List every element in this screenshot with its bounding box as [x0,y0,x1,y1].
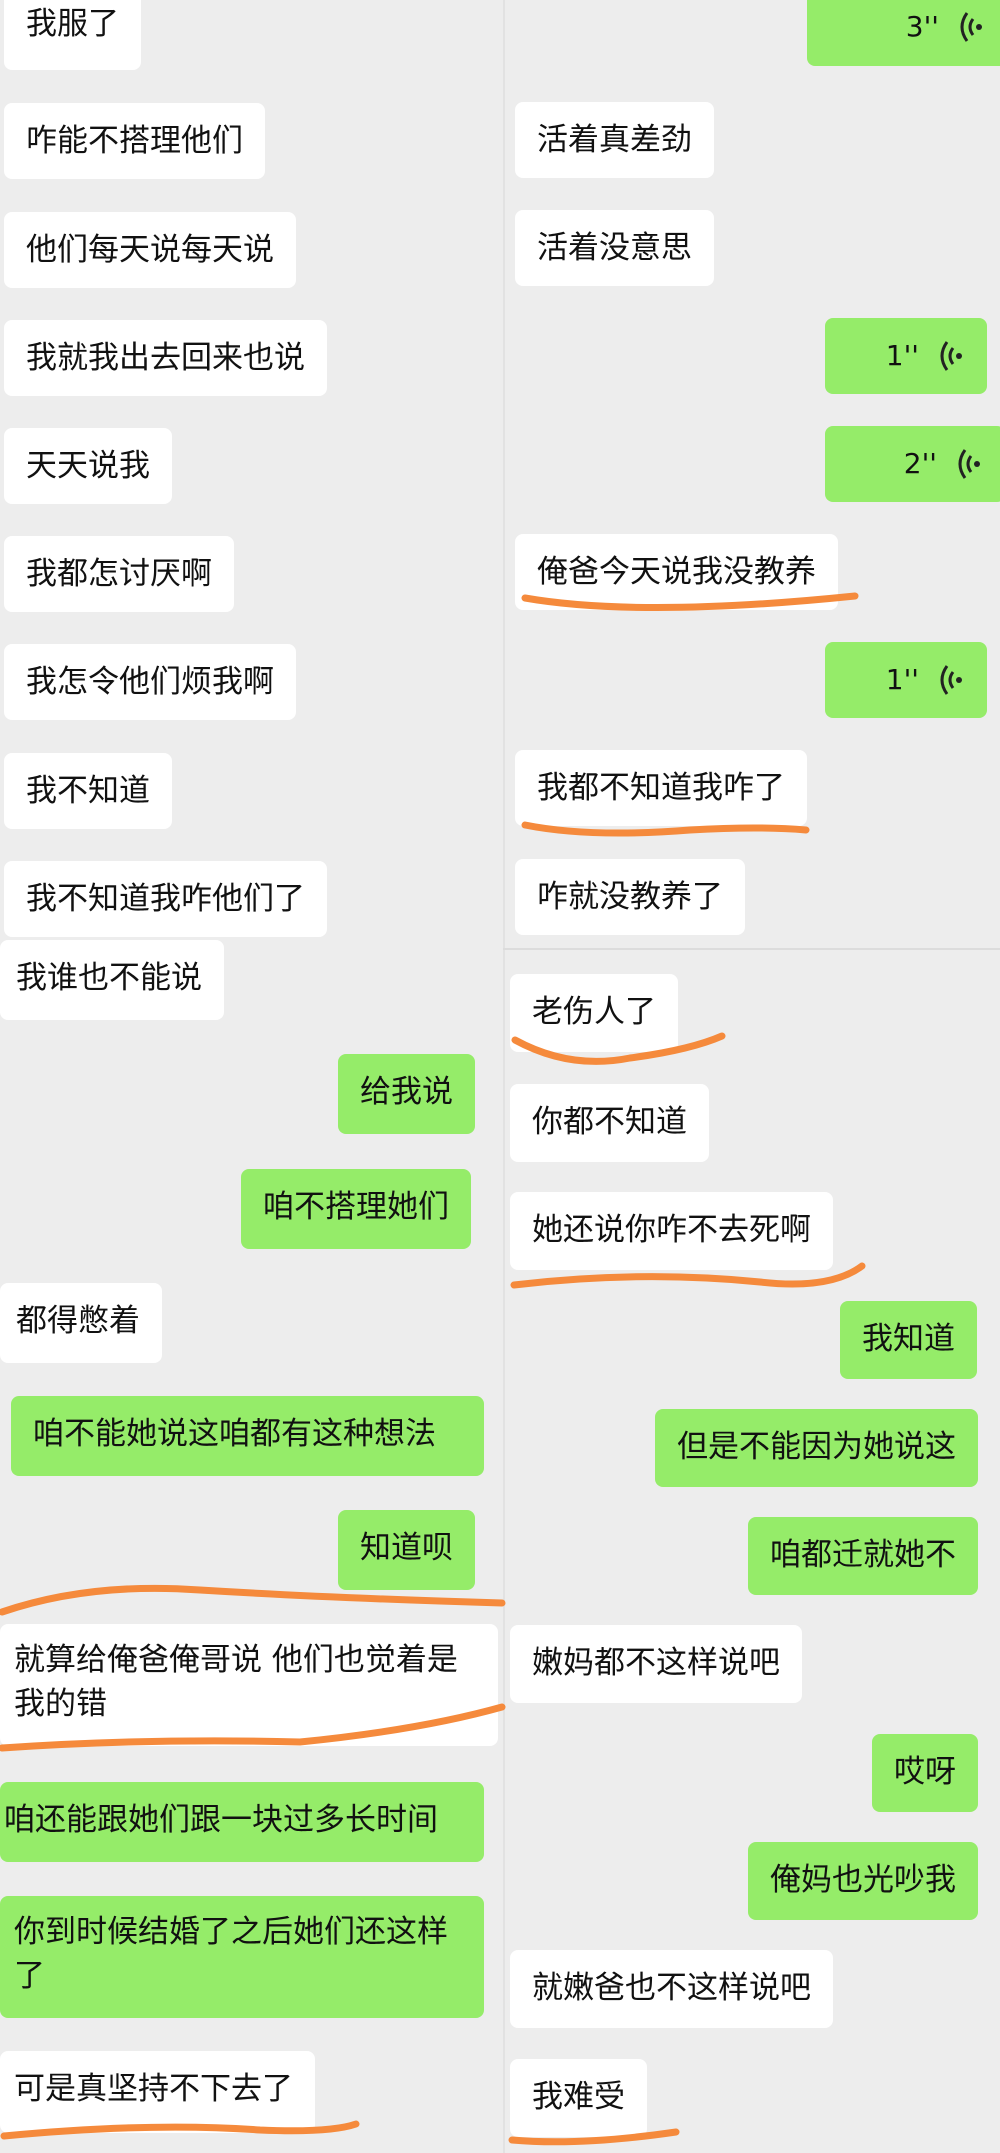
message-bubble[interactable]: 老伤人了 [510,974,678,1052]
message-bubble[interactable]: 嫩妈都不这样说吧 [510,1625,802,1703]
chat-panel-right-bottom: 老伤人了 你都不知道 她还说你咋不去死啊 我知道 但是不能因为她说这 咱都迁就她… [505,950,1000,2153]
voice-message[interactable]: 1'' [825,642,987,718]
voice-wave-icon [958,449,980,479]
message-bubble[interactable]: 我难受 [510,2059,647,2137]
message-bubble[interactable]: 我知道 [840,1301,977,1379]
message-bubble[interactable]: 我谁也不能说 [0,940,224,1020]
message-bubble[interactable]: 她还说你咋不去死啊 [510,1192,833,1270]
message-bubble[interactable]: 给我说 [338,1054,475,1134]
message-bubble[interactable]: 活着没意思 [515,210,714,286]
voice-wave-icon [940,665,962,695]
message-bubble[interactable]: 咱还能跟她们跟一块过多长时间 [0,1782,484,1862]
message-bubble[interactable]: 知道呗 [338,1510,475,1590]
message-bubble[interactable]: 咋能不搭理他们 [4,103,265,179]
message-bubble[interactable]: 你都不知道 [510,1084,709,1162]
message-bubble[interactable]: 咱不能她说这咱都有这种想法 [11,1396,484,1476]
message-bubble[interactable]: 天天说我 [4,428,172,504]
voice-wave-icon [940,341,962,371]
message-bubble[interactable]: 俺爸今天说我没教养 [515,534,838,610]
message-bubble[interactable]: 我不知道我咋他们了 [4,861,327,937]
message-bubble[interactable]: 俺妈也光吵我 [748,1842,978,1920]
message-bubble[interactable]: 就算给俺爸俺哥说 他们也觉着是我的错 [0,1624,498,1746]
message-bubble[interactable]: 他们每天说每天说 [4,212,296,288]
message-bubble[interactable]: 咋就没教养了 [515,859,745,935]
message-bubble[interactable]: 就嫩爸也不这样说吧 [510,1950,833,2028]
message-bubble[interactable]: 但是不能因为她说这 [655,1409,978,1487]
voice-wave-icon [960,12,982,42]
voice-duration: 1'' [885,339,919,372]
message-bubble[interactable]: 我都怎讨厌啊 [4,536,234,612]
message-bubble[interactable]: 我服了 [4,0,141,70]
message-bubble[interactable]: 我都不知道我咋了 [515,750,807,826]
message-bubble[interactable]: 咱都迁就她不 [748,1517,978,1595]
voice-message[interactable]: 3'' [807,0,1000,66]
message-bubble[interactable]: 哎呀 [872,1734,978,1812]
message-bubble[interactable]: 我就我出去回来也说 [4,320,327,396]
message-bubble[interactable]: 你到时候结婚了之后她们还这样了 [0,1896,484,2018]
voice-duration: 3'' [905,10,939,43]
chat-panel-left-top: 我服了 咋能不搭理他们 他们每天说每天说 我就我出去回来也说 天天说我 我都怎讨… [0,0,503,940]
message-bubble[interactable]: 活着真差劲 [515,102,714,178]
chat-panel-left-bottom: 我谁也不能说 给我说 咱不搭理她们 都得憋着 咱不能她说这咱都有这种想法 知道呗… [0,940,503,2153]
voice-duration: 1'' [885,663,919,696]
message-bubble[interactable]: 我怎令他们烦我啊 [4,644,296,720]
voice-message[interactable]: 2'' [825,426,1000,502]
message-bubble[interactable]: 咱不搭理她们 [241,1169,471,1249]
voice-message[interactable]: 1'' [825,318,987,394]
voice-duration: 2'' [903,447,937,480]
chat-panel-right-top: 3'' 活着真差劲 活着没意思 1'' 2'' 俺爸今天说我没教养 1'' 我都… [505,0,1000,948]
message-bubble[interactable]: 我不知道 [4,753,172,829]
message-bubble[interactable]: 可是真坚持不下去了 [0,2051,315,2133]
message-bubble[interactable]: 都得憋着 [0,1283,162,1363]
